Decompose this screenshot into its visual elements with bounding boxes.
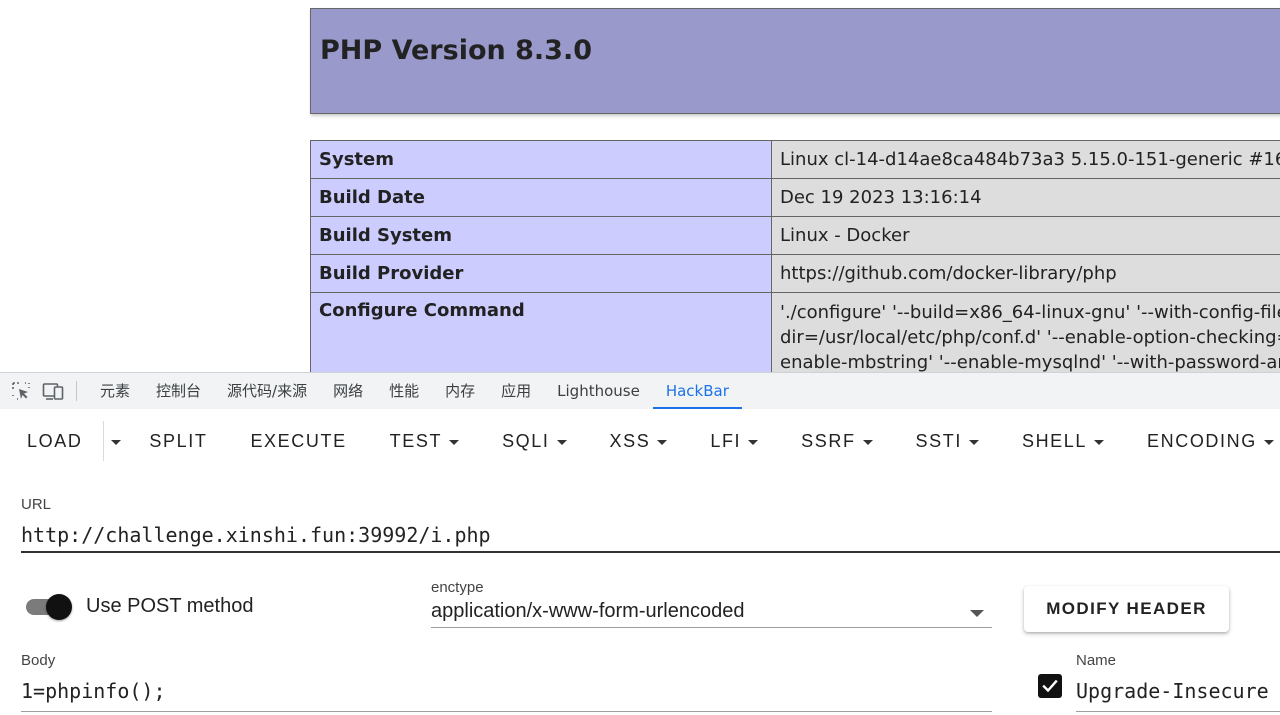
toolbar-divider	[76, 381, 77, 401]
phpinfo-page: PHP Version 8.3.0 System Linux cl-14-d14…	[0, 0, 1280, 372]
php-info-table: System Linux cl-14-d14ae8ca484b73a3 5.15…	[310, 140, 1280, 372]
row-key: Build Date	[310, 178, 772, 217]
tab-elements[interactable]: 元素	[87, 373, 143, 409]
row-value: Linux - Docker	[771, 216, 1280, 255]
devtools-tab-bar: 元素 控制台 源代码/来源 网络 性能 内存 应用 Lighthouse Hac…	[0, 372, 1280, 409]
row-key: Configure Command	[310, 292, 772, 372]
chevron-down-icon	[449, 439, 460, 445]
tab-sources[interactable]: 源代码/来源	[214, 373, 320, 409]
tab-performance[interactable]: 性能	[376, 373, 432, 409]
tab-network[interactable]: 网络	[320, 373, 376, 409]
xss-menu-label: XSS	[609, 430, 651, 451]
row-value: './configure' '--build=x86_64-linux-gnu'…	[771, 292, 1280, 372]
inspect-element-icon[interactable]	[10, 380, 32, 402]
chevron-down-icon[interactable]	[970, 610, 984, 617]
load-dropdown-button[interactable]	[111, 422, 122, 460]
chevron-down-icon	[1263, 439, 1274, 445]
sqli-menu-label: SQLI	[502, 430, 550, 451]
hackbar-toolbar: LOAD SPLIT EXECUTE TEST SQLI XSS LFI SSR…	[0, 421, 1280, 461]
load-button[interactable]: LOAD	[27, 422, 82, 460]
row-key: Build System	[310, 216, 772, 255]
php-version-title: PHP Version 8.3.0	[320, 35, 592, 66]
row-value: https://github.com/docker-library/php	[771, 254, 1280, 293]
toggle-thumb	[46, 594, 72, 620]
lfi-menu-button[interactable]: LFI	[710, 422, 759, 460]
url-input-underline	[21, 551, 1280, 553]
chevron-down-icon	[862, 439, 873, 445]
ssrf-menu-label: SSRF	[801, 430, 856, 451]
ssrf-menu-button[interactable]: SSRF	[801, 422, 873, 460]
table-row: System Linux cl-14-d14ae8ca484b73a3 5.15…	[310, 140, 1280, 179]
execute-button[interactable]: EXECUTE	[250, 422, 346, 460]
row-value: Dec 19 2023 13:16:14	[771, 178, 1280, 217]
configure-line: './configure' '--build=x86_64-linux-gnu'…	[780, 302, 1280, 323]
test-menu-label: TEST	[389, 430, 443, 451]
encoding-menu-button[interactable]: ENCODING	[1147, 422, 1274, 460]
php-version-header: PHP Version 8.3.0	[310, 8, 1280, 114]
chevron-down-icon	[657, 439, 668, 445]
tab-hackbar[interactable]: HackBar	[652, 373, 742, 409]
modify-header-button[interactable]: MODIFY HEADER	[1024, 586, 1229, 632]
encoding-menu-label: ENCODING	[1147, 430, 1257, 451]
chevron-down-icon	[1094, 439, 1105, 445]
header-name-input[interactable]: Upgrade-Insecure	[1076, 679, 1269, 703]
shell-menu-label: SHELL	[1021, 430, 1088, 451]
configure-line: enable-mbstring' '--enable-mysqlnd' '--w…	[780, 352, 1280, 372]
tab-console[interactable]: 控制台	[143, 373, 214, 409]
xss-menu-button[interactable]: XSS	[610, 422, 668, 460]
load-split-divider	[103, 421, 105, 461]
tab-memory[interactable]: 内存	[432, 373, 488, 409]
enctype-select-underline	[431, 627, 992, 628]
post-method-toggle[interactable]	[24, 594, 74, 620]
url-label: URL	[21, 496, 52, 513]
body-input-underline	[21, 711, 992, 712]
header-name-label: Name	[1076, 652, 1117, 669]
tab-application[interactable]: 应用	[488, 373, 544, 409]
chevron-down-icon	[968, 439, 979, 445]
body-label: Body	[21, 652, 56, 669]
split-button[interactable]: SPLIT	[149, 422, 207, 460]
table-row: Build System Linux - Docker	[310, 216, 1280, 255]
ssti-menu-label: SSTI	[915, 430, 962, 451]
chevron-down-icon	[556, 439, 567, 445]
header-enabled-checkbox[interactable]	[1038, 674, 1062, 698]
table-row: Build Date Dec 19 2023 13:16:14	[310, 178, 1280, 217]
sqli-menu-button[interactable]: SQLI	[502, 422, 567, 460]
lfi-menu-label: LFI	[710, 430, 742, 451]
enctype-select[interactable]: application/x-www-form-urlencoded	[431, 600, 744, 623]
shell-menu-button[interactable]: SHELL	[1021, 422, 1105, 460]
chevron-down-icon	[748, 439, 759, 445]
test-menu-button[interactable]: TEST	[389, 422, 460, 460]
ssti-menu-button[interactable]: SSTI	[916, 422, 979, 460]
body-input[interactable]: 1=phpinfo();	[21, 679, 166, 703]
header-name-underline	[1076, 711, 1280, 712]
table-row: Configure Command './configure' '--build…	[310, 292, 1280, 372]
url-input[interactable]: http://challenge.xinshi.fun:39992/i.php	[21, 523, 491, 547]
enctype-label: enctype	[431, 579, 484, 596]
row-value: Linux cl-14-d14ae8ca484b73a3 5.15.0-151-…	[771, 140, 1280, 179]
row-key: System	[310, 140, 772, 179]
chevron-down-icon	[111, 439, 122, 445]
configure-line: dir=/usr/local/etc/php/conf.d' '--enable…	[780, 327, 1280, 348]
row-key: Build Provider	[310, 254, 772, 293]
post-method-label: Use POST method	[86, 595, 254, 617]
screen: PHP Version 8.3.0 System Linux cl-14-d14…	[0, 0, 1280, 715]
checkmark-icon	[1042, 679, 1058, 693]
tab-lighthouse[interactable]: Lighthouse	[544, 373, 653, 409]
table-row: Build Provider https://github.com/docker…	[310, 254, 1280, 293]
hackbar-panel: LOAD SPLIT EXECUTE TEST SQLI XSS LFI SSR…	[0, 409, 1280, 715]
device-toolbar-icon[interactable]	[42, 380, 64, 402]
